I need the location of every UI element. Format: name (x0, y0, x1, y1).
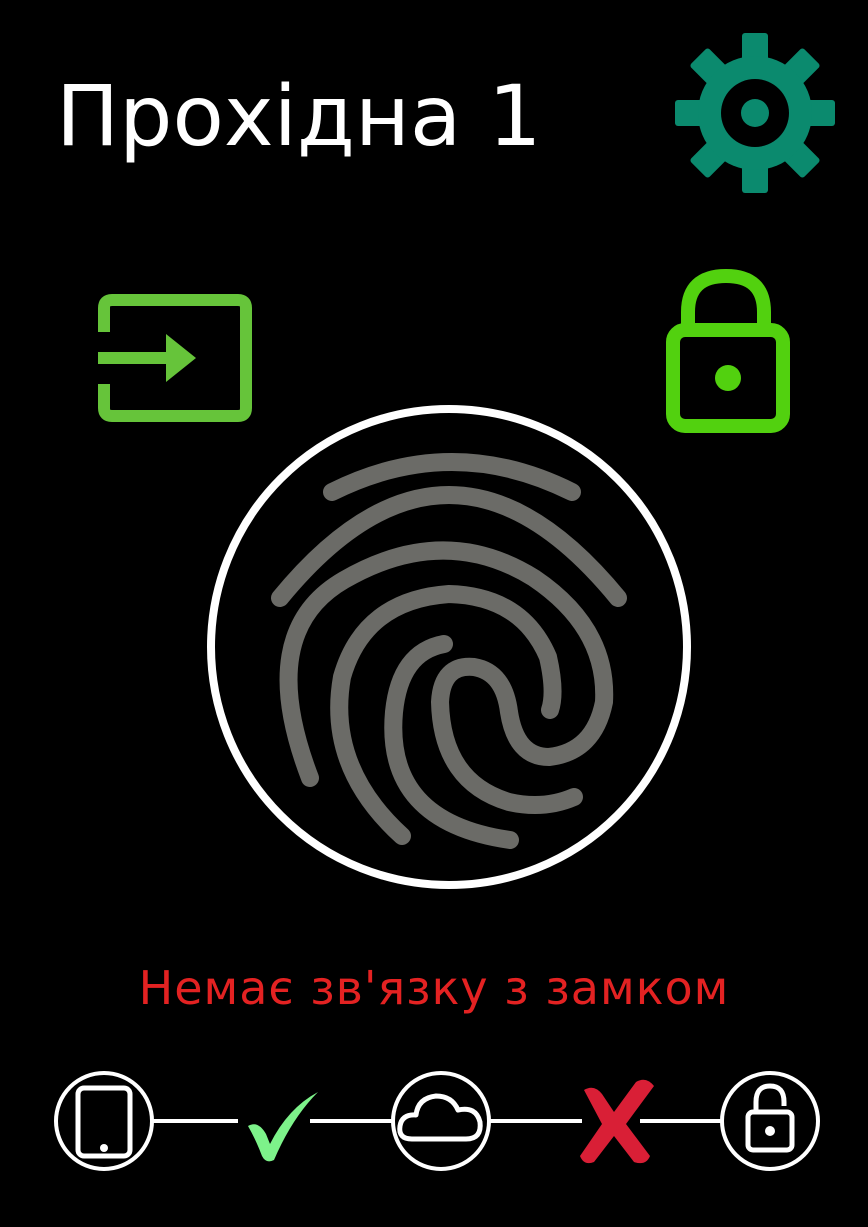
lock-node (720, 1071, 820, 1171)
device-node (54, 1071, 154, 1171)
settings-button[interactable] (675, 33, 835, 193)
fingerprint-icon (207, 405, 691, 889)
fingerprint-scanner[interactable] (204, 402, 694, 892)
link-ok-check-icon (248, 1092, 318, 1162)
connection-chain (0, 1060, 868, 1180)
page-title: Прохідна 1 (56, 67, 542, 165)
lock-screen: Прохідна 1 Немає зв'язку з замком (0, 0, 868, 1227)
gear-icon (675, 33, 835, 193)
cloud-node (391, 1071, 491, 1171)
status-message: Немає зв'язку з замком (138, 961, 730, 1015)
